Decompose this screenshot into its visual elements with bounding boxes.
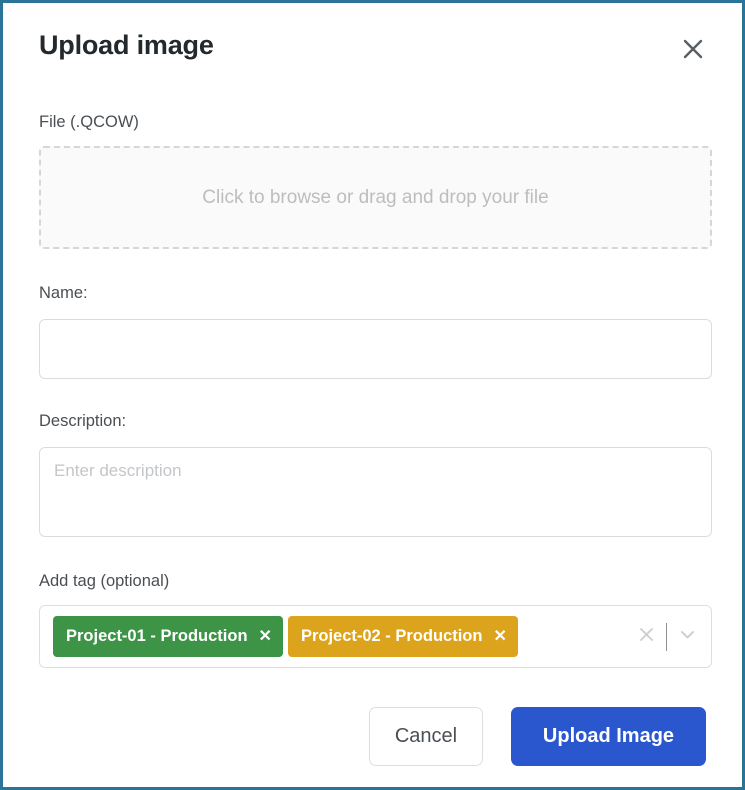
tag-chip-remove-button[interactable]: ✕ xyxy=(259,629,272,645)
description-input[interactable] xyxy=(39,447,712,537)
tag-chip-remove-button[interactable]: ✕ xyxy=(493,629,506,645)
file-field-label: File (.QCOW) xyxy=(39,113,139,132)
select-indicators xyxy=(628,606,705,667)
file-dropzone-text: Click to browse or drag and drop your fi… xyxy=(202,187,548,209)
tag-select[interactable]: Project-01 - Production ✕ Project-02 - P… xyxy=(39,605,712,668)
clear-icon xyxy=(638,626,655,648)
cancel-button[interactable]: Cancel xyxy=(369,707,483,766)
tag-chip-list: Project-01 - Production ✕ Project-02 - P… xyxy=(53,616,628,657)
clear-all-tags-button[interactable] xyxy=(628,606,664,667)
tag-chip: Project-01 - Production ✕ xyxy=(53,616,283,657)
page-title: Upload image xyxy=(39,30,214,61)
tag-field-label: Add tag (optional) xyxy=(39,572,169,591)
modal-footer: Cancel Upload Image xyxy=(39,706,706,766)
close-button[interactable] xyxy=(676,32,710,66)
tag-dropdown-button[interactable] xyxy=(669,606,705,667)
modal-body: Upload image File (.QCOW) Click to brows… xyxy=(3,3,742,787)
upload-image-button[interactable]: Upload Image xyxy=(511,707,706,766)
modal-header: Upload image xyxy=(39,30,712,76)
description-field-label: Description: xyxy=(39,412,126,431)
tag-chip: Project-02 - Production ✕ xyxy=(288,616,518,657)
name-field-label: Name: xyxy=(39,284,88,303)
close-icon xyxy=(682,38,704,60)
select-separator xyxy=(666,623,667,651)
tag-chip-label: Project-02 - Production xyxy=(301,627,483,646)
name-input[interactable] xyxy=(39,319,712,379)
tag-chip-label: Project-01 - Production xyxy=(66,627,248,646)
file-dropzone[interactable]: Click to browse or drag and drop your fi… xyxy=(39,146,712,249)
upload-image-modal: Upload image File (.QCOW) Click to brows… xyxy=(0,0,745,790)
chevron-down-icon xyxy=(678,625,697,649)
